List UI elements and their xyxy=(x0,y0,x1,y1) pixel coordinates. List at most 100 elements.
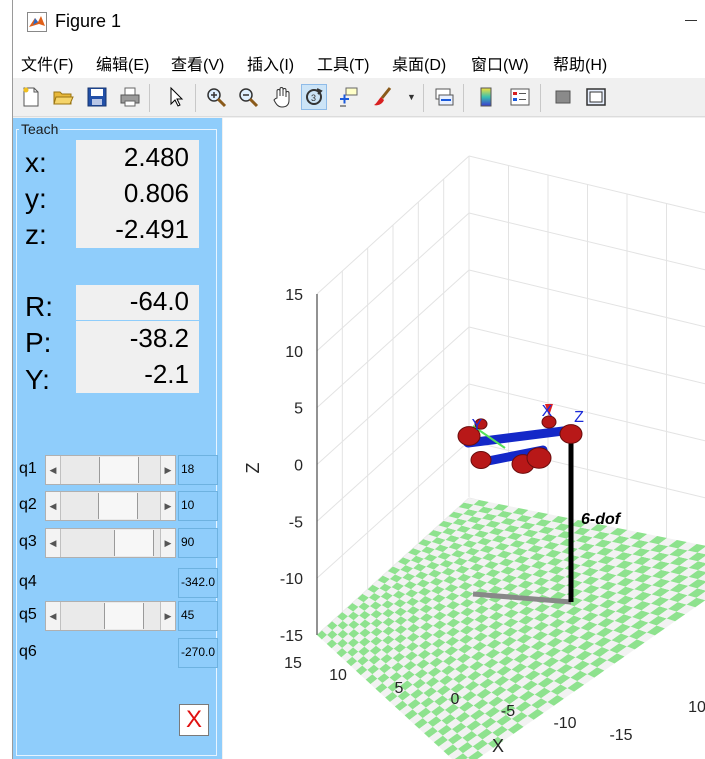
teach-panel: Teach x: y: z: 2.480 0.806 -2.491 R: P: … xyxy=(13,118,222,759)
menu-tools[interactable]: 工具(T) xyxy=(317,51,369,75)
joint-slider-q1[interactable]: ◀ ▶ xyxy=(45,455,176,485)
brush-icon[interactable] xyxy=(369,84,395,110)
minimize-button[interactable] xyxy=(685,20,697,21)
new-figure-icon[interactable] xyxy=(18,84,44,110)
zoom-out-icon[interactable] xyxy=(235,84,261,110)
y-tick-label: 10 xyxy=(688,699,705,716)
link-plot-icon[interactable] xyxy=(431,84,457,110)
figure-window: Figure 1 文件(F) 编辑(E) 查看(V) 插入(I) 工具(T) 桌… xyxy=(12,0,705,759)
slider-thumb[interactable] xyxy=(113,530,154,556)
z-tick-label: -5 xyxy=(289,514,303,531)
joint-slider-q3[interactable]: ◀ ▶ xyxy=(45,528,176,558)
menu-file[interactable]: 文件(F) xyxy=(21,51,73,75)
roll-label: R: xyxy=(25,291,53,322)
joint-slider-q5[interactable]: ◀ ▶ xyxy=(45,601,176,631)
rotate-3d-icon[interactable]: 3 xyxy=(301,84,327,110)
slider-right-arrow[interactable]: ▶ xyxy=(160,529,175,557)
joint-value-q3[interactable]: 90 xyxy=(178,528,218,558)
print-icon[interactable] xyxy=(117,84,143,110)
joint-value-q2[interactable]: 10 xyxy=(178,491,218,521)
joint-slider-q2[interactable]: ◀ ▶ xyxy=(45,491,176,521)
slider-right-arrow[interactable]: ▶ xyxy=(160,456,175,484)
joint-value-q5[interactable]: 45 xyxy=(178,601,218,631)
slider-right-arrow[interactable]: ▶ xyxy=(160,602,175,630)
robot-name-label: 6-dof xyxy=(581,511,622,528)
pointer-icon[interactable] xyxy=(163,84,189,110)
legend-icon[interactable] xyxy=(507,84,533,110)
svg-text:3: 3 xyxy=(311,93,316,103)
x-label: x: xyxy=(25,147,47,178)
menu-insert[interactable]: 插入(I) xyxy=(247,51,294,75)
z-tick-label: 15 xyxy=(285,287,303,304)
window-title: Figure 1 xyxy=(55,11,122,31)
z-tick-label: -10 xyxy=(280,571,303,588)
matlab-icon xyxy=(27,12,47,32)
joint-value-q6[interactable]: -270.0 xyxy=(178,638,218,668)
save-icon[interactable] xyxy=(84,84,110,110)
x-tick-label: 0 xyxy=(451,691,460,708)
joint-label-q2: q2 xyxy=(19,496,37,513)
toolbar: 3 ▼ xyxy=(13,78,705,117)
menu-window[interactable]: 窗口(W) xyxy=(471,51,529,75)
title-bar: Figure 1 xyxy=(13,0,705,44)
x-tick-label: 10 xyxy=(329,667,347,684)
slider-right-arrow[interactable]: ▶ xyxy=(160,492,175,520)
frame-axis-label: X xyxy=(542,403,553,420)
plot-graphics: 15 10 5 0 -5 -10 -15 Z 15 10 5 0 -5 -10 -15 X 10 Y X Z 6-dof xyxy=(243,155,705,759)
robot-joint xyxy=(526,447,552,469)
robot-joint xyxy=(559,424,583,444)
x-tick-label: 5 xyxy=(395,680,404,697)
pitch-label: P: xyxy=(25,327,52,358)
frame-axis-label: Y xyxy=(472,417,483,434)
z-tick-label: 5 xyxy=(294,401,303,418)
joint-value-q4[interactable]: -342.0 xyxy=(178,568,218,598)
plot-area[interactable]: 15 10 5 0 -5 -10 -15 Z 15 10 5 0 -5 -10 -15 X 10 Y X Z 6-dof xyxy=(223,118,705,759)
z-axis-label: Z xyxy=(243,463,263,474)
menu-help[interactable]: 帮助(H) xyxy=(553,51,607,75)
roll-value: -64.0 xyxy=(129,286,189,316)
hide-plot-tools-icon[interactable] xyxy=(550,84,576,110)
zoom-in-icon[interactable] xyxy=(203,84,229,110)
x-tick-label: -5 xyxy=(501,703,515,720)
y-label: y: xyxy=(25,183,47,214)
slider-thumb[interactable] xyxy=(99,457,140,483)
z-label: z: xyxy=(25,219,47,250)
pan-icon[interactable] xyxy=(269,84,295,110)
y-value: 0.806 xyxy=(123,178,189,208)
show-plot-tools-icon[interactable] xyxy=(583,84,609,110)
joint-label-q1: q1 xyxy=(19,460,37,477)
brush-dropdown-icon[interactable]: ▼ xyxy=(407,92,416,102)
yaw-value: -2.1 xyxy=(144,359,189,389)
orientation-divider xyxy=(76,320,199,321)
x-tick-label: -10 xyxy=(553,715,576,732)
slider-thumb[interactable] xyxy=(97,493,138,519)
x-tick-label: -15 xyxy=(609,727,632,744)
menu-bar: 文件(F) 编辑(E) 查看(V) 插入(I) 工具(T) 桌面(D) 窗口(W… xyxy=(13,44,705,78)
x-axis-label: X xyxy=(492,736,504,756)
robot-3d-plot[interactable]: 15 10 5 0 -5 -10 -15 Z 15 10 5 0 -5 -10 -15 X 10 Y X Z 6-dof xyxy=(223,118,705,759)
slider-left-arrow[interactable]: ◀ xyxy=(46,529,61,557)
z-tick-label: 0 xyxy=(294,458,303,475)
menu-desktop[interactable]: 桌面(D) xyxy=(392,51,446,75)
colorbar-icon[interactable] xyxy=(473,84,499,110)
x-value: 2.480 xyxy=(123,142,189,172)
slider-left-arrow[interactable]: ◀ xyxy=(46,602,61,630)
menu-edit[interactable]: 编辑(E) xyxy=(96,51,149,75)
joint-label-q4: q4 xyxy=(19,573,37,590)
z-value: -2.491 xyxy=(115,214,189,244)
open-file-icon[interactable] xyxy=(50,84,76,110)
menu-view[interactable]: 查看(V) xyxy=(171,51,224,75)
robot-joint xyxy=(470,451,492,469)
slider-left-arrow[interactable]: ◀ xyxy=(46,456,61,484)
z-tick-label: -15 xyxy=(280,628,303,645)
slider-left-arrow[interactable]: ◀ xyxy=(46,492,61,520)
joint-label-q6: q6 xyxy=(19,643,37,660)
slider-thumb[interactable] xyxy=(104,603,145,629)
pitch-value: -38.2 xyxy=(129,323,189,353)
joint-label-q5: q5 xyxy=(19,606,37,623)
close-teach-button[interactable]: X xyxy=(179,704,209,736)
frame-axis-label: Z xyxy=(574,409,584,426)
joint-value-q1[interactable]: 18 xyxy=(178,455,218,485)
x-tick-label: 15 xyxy=(284,655,302,672)
data-cursor-icon[interactable] xyxy=(335,84,361,110)
